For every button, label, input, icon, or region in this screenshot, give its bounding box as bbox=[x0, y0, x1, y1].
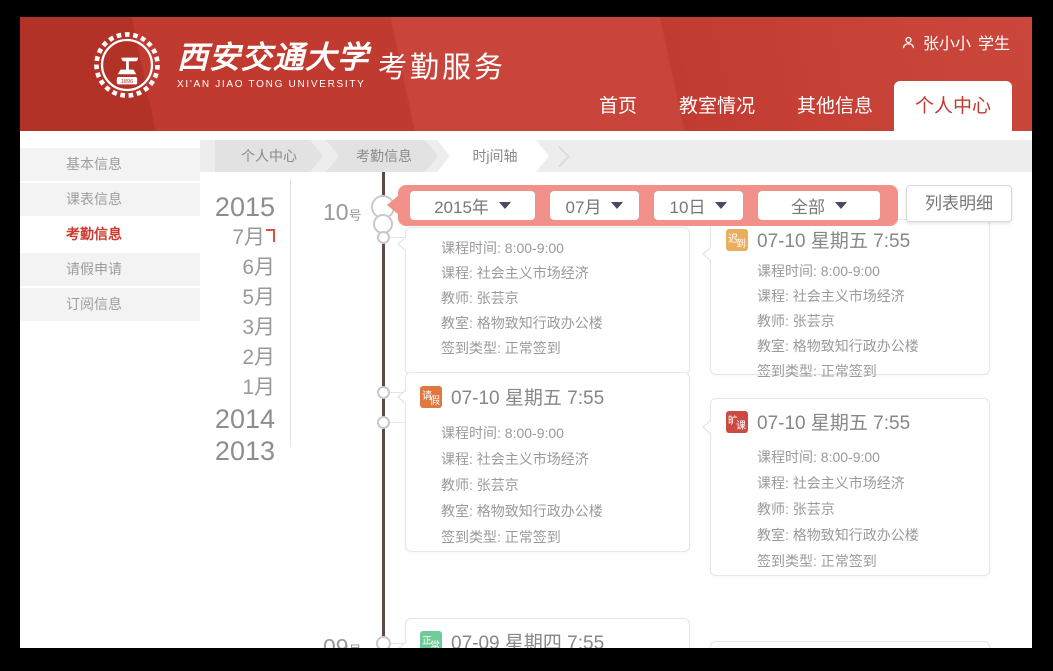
card-header: 正 常 07-09 星期四 7:55 bbox=[406, 619, 689, 648]
breadcrumb-item-timeline[interactable]: 时j间轴 bbox=[437, 140, 549, 172]
university-name-en: XI'AN JIAO TONG UNIVERSITY bbox=[177, 79, 369, 90]
month-nav-item-jul[interactable]: 7月 bbox=[170, 223, 275, 253]
app-title: 考勤服务 bbox=[378, 44, 506, 86]
day-label-09: 09号 bbox=[323, 634, 362, 648]
absent-badge: 旷 课 bbox=[726, 411, 748, 433]
card-fields: 课程时间: 8:00-9:00 课程: 社会主义市场经济 教师: 张芸京 教室:… bbox=[406, 410, 689, 550]
user-icon bbox=[901, 35, 916, 50]
card-field: 教师: 张芸京 bbox=[441, 472, 689, 498]
breadcrumb: 个人中心 考勤信息 时j间轴 bbox=[200, 140, 1032, 172]
attendance-card: 正 常 07-09 星期四 7:55 bbox=[405, 618, 690, 648]
chevron-down-icon bbox=[715, 202, 727, 209]
list-detail-button[interactable]: 列表明细 bbox=[906, 185, 1012, 222]
nav-item-classrooms[interactable]: 教室情况 bbox=[658, 81, 776, 131]
late-badge: 迟 到 bbox=[726, 229, 748, 251]
card-field: 签到类型: 正常签到 bbox=[757, 359, 989, 384]
card-field: 课程时间: 8:00-9:00 bbox=[757, 444, 989, 470]
month-nav: 2015 7月 6月 5月 3月 2月 1月 2014 2013 bbox=[170, 191, 275, 467]
nav-item-home[interactable]: 首页 bbox=[578, 81, 658, 131]
month-nav-item-jan[interactable]: 1月 bbox=[170, 373, 275, 403]
card-header: 旷 课 07-10 星期五 7:55 bbox=[711, 399, 989, 435]
card-field: 教室: 格物致知行政办公楼 bbox=[757, 522, 989, 548]
day-label-10: 10号 bbox=[323, 199, 362, 226]
logo-year-badge: 1896 bbox=[121, 79, 133, 85]
app-window: 1896 西安交通大学 XI'AN JIAO TONG UNIVERSITY 考… bbox=[20, 17, 1032, 648]
timeline-dot[interactable] bbox=[377, 416, 390, 429]
card-header: 请 假 07-10 星期五 7:55 bbox=[406, 373, 689, 410]
chevron-down-icon bbox=[611, 202, 623, 209]
attendance-card: 请 假 07-10 星期五 7:55 课程时间: 8:00-9:00 课程: 社… bbox=[405, 372, 690, 552]
filter-bar: 2015年 07月 10日 全部 bbox=[398, 185, 898, 226]
card-fields: 课程时间: 8:00-9:00 课程: 社会主义市场经济 教师: 张芸京 教室:… bbox=[406, 228, 689, 361]
type-filter-dropdown[interactable]: 全部 bbox=[758, 191, 880, 220]
timeline-dot[interactable] bbox=[377, 386, 390, 399]
card-title: 07-09 星期四 7:55 bbox=[451, 628, 604, 648]
card-field: 课程: 社会主义市场经济 bbox=[757, 470, 989, 496]
card-field: 教师: 张芸京 bbox=[757, 496, 989, 522]
card-field: 签到类型: 正常签到 bbox=[441, 336, 689, 361]
card-fields: 课程时间: 8:00-9:00 课程: 社会主义市场经济 教师: 张芸京 教室:… bbox=[711, 253, 989, 384]
leave-badge: 请 假 bbox=[420, 386, 442, 408]
card-field: 课程时间: 8:00-9:00 bbox=[441, 420, 689, 446]
main-nav: 首页 教室情况 其他信息 个人中心 bbox=[578, 81, 1012, 131]
month-nav-item-2014[interactable]: 2014 bbox=[170, 403, 275, 435]
user-name: 张小小 bbox=[923, 30, 971, 54]
user-role: 学生 bbox=[978, 30, 1010, 54]
card-field: 教室: 格物致知行政办公楼 bbox=[757, 334, 989, 359]
month-nav-item-feb[interactable]: 2月 bbox=[170, 343, 275, 373]
card-field: 教师: 张芸京 bbox=[757, 309, 989, 334]
connector-line bbox=[388, 422, 406, 423]
month-nav-item-2015[interactable]: 2015 bbox=[170, 191, 275, 223]
card-field: 课程: 社会主义市场经济 bbox=[757, 284, 989, 309]
sidebar-item-basic-info[interactable]: 基本信息 bbox=[20, 148, 200, 181]
day-filter-dropdown[interactable]: 10日 bbox=[654, 191, 743, 220]
timeline-dot[interactable] bbox=[377, 231, 390, 244]
month-nav-item-2013[interactable]: 2013 bbox=[170, 435, 275, 467]
attendance-card: 课程时间: 8:00-9:00 课程: 社会主义市场经济 教师: 张芸京 教室:… bbox=[405, 227, 690, 375]
current-month-marker bbox=[266, 229, 275, 242]
card-field: 教室: 格物致知行政办公楼 bbox=[441, 498, 689, 524]
university-gear-icon: 1896 bbox=[90, 28, 164, 102]
breadcrumb-chevron-icon bbox=[549, 146, 570, 167]
normal-badge: 正 常 bbox=[420, 631, 442, 649]
month-nav-item-mar[interactable]: 3月 bbox=[170, 313, 275, 343]
card-field: 签到类型: 正常签到 bbox=[757, 548, 989, 574]
university-logo: 1896 西安交通大学 XI'AN JIAO TONG UNIVERSITY bbox=[90, 28, 369, 102]
month-nav-item-jun[interactable]: 6月 bbox=[170, 253, 275, 283]
card-field: 签到类型: 正常签到 bbox=[441, 524, 689, 550]
card-title: 07-10 星期五 7:55 bbox=[757, 408, 910, 435]
attendance-card: 迟 到 07-10 星期五 7:55 课程时间: 8:00-9:00 课程: 社… bbox=[710, 219, 990, 375]
chevron-down-icon bbox=[499, 202, 511, 209]
card-field: 课程: 社会主义市场经济 bbox=[441, 446, 689, 472]
month-nav-divider bbox=[290, 179, 291, 447]
month-nav-item-may[interactable]: 5月 bbox=[170, 283, 275, 313]
card-field: 教师: 张芸京 bbox=[441, 286, 689, 311]
card-fields: 课程时间: 8:00-9:00 课程: 社会主义市场经济 教师: 张芸京 教室:… bbox=[711, 435, 989, 574]
nav-item-personal-center[interactable]: 个人中心 bbox=[894, 81, 1012, 131]
breadcrumb-item-personal-center[interactable]: 个人中心 bbox=[215, 140, 323, 172]
attendance-header: 1896 西安交通大学 XI'AN JIAO TONG UNIVERSITY 考… bbox=[20, 17, 1032, 131]
card-field: 课程时间: 8:00-9:00 bbox=[441, 236, 689, 261]
card-title: 07-10 星期五 7:55 bbox=[757, 226, 910, 253]
card-field: 课程: 社会主义市场经济 bbox=[441, 261, 689, 286]
year-filter-dropdown[interactable]: 2015年 bbox=[410, 191, 535, 220]
attendance-card: 旷 课 07-10 星期五 7:55 课程时间: 8:00-9:00 课程: 社… bbox=[710, 398, 990, 576]
breadcrumb-item-attendance-info[interactable]: 考勤信息 bbox=[326, 140, 438, 172]
card-title: 07-10 星期五 7:55 bbox=[451, 383, 604, 410]
month-filter-dropdown[interactable]: 07月 bbox=[550, 191, 639, 220]
partial-card bbox=[710, 641, 990, 648]
card-field: 教室: 格物致知行政办公楼 bbox=[441, 311, 689, 336]
timeline-dot[interactable] bbox=[376, 636, 391, 648]
card-field: 课程时间: 8:00-9:00 bbox=[757, 259, 989, 284]
nav-item-other-info[interactable]: 其他信息 bbox=[776, 81, 894, 131]
chevron-down-icon bbox=[835, 202, 847, 209]
user-info[interactable]: 张小小 学生 bbox=[901, 30, 1010, 54]
university-name: 西安交通大学 bbox=[177, 40, 369, 76]
